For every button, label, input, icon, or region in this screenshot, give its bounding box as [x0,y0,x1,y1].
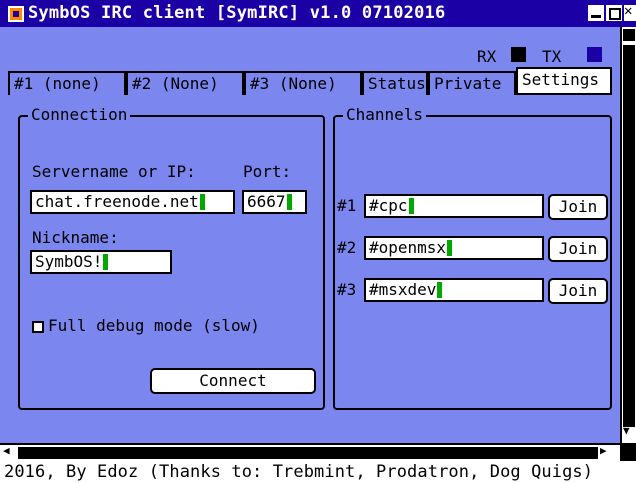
join-channel-2-button[interactable]: Join [548,236,608,262]
text-cursor [447,240,453,256]
tab-channel-3[interactable]: #3 (None) [244,71,362,95]
log-line: 2016, By Edoz (Thanks to: Trebmint, Prod… [0,461,636,483]
irc-client-window: SymbOS IRC client [SymIRC] v1.0 07102016… [0,0,636,483]
debug-checkbox[interactable] [32,321,44,333]
channels-panel: Channels [333,106,612,410]
channel-2-number: #2 [337,238,357,257]
server-input[interactable]: chat.freenode.net [30,190,235,214]
close-icon[interactable] [624,3,636,21]
channels-panel-label: Channels [343,106,427,124]
horizontal-scroll-thumb[interactable] [18,447,598,459]
channel-3-value: #msxdev [369,280,437,299]
credits-text: 2016, By Edoz (Thanks to: Trebmint, Prod… [4,462,594,482]
text-cursor [437,282,443,298]
channel-1-input[interactable]: #cpc [364,194,544,218]
vertical-scrollbar[interactable] [620,27,636,443]
port-value: 6667 [247,192,286,211]
tab-bar: #1 (none) #2 (None) #3 (None) Status Pri… [8,67,612,95]
text-cursor [199,194,205,210]
channel-2-value: #openmsx [369,238,447,257]
channel-2-input[interactable]: #openmsx [364,236,544,260]
tab-status[interactable]: Status [362,71,428,95]
rx-indicator [511,47,526,62]
text-cursor [103,254,109,270]
scroll-left-icon[interactable] [3,444,16,459]
channel-1-value: #cpc [369,196,408,215]
window-title: SymbOS IRC client [SymIRC] v1.0 07102016 [28,3,446,23]
text-cursor [408,198,414,214]
tx-indicator [587,47,602,62]
port-input[interactable]: 6667 [242,190,307,214]
port-label: Port: [243,162,292,181]
resize-corner[interactable] [620,445,636,461]
connect-button[interactable]: Connect [150,368,316,394]
nickname-value: SymbOS! [35,252,103,271]
server-value: chat.freenode.net [35,192,199,211]
tab-channel-1[interactable]: #1 (none) [8,71,126,95]
rx-label: RX [477,47,497,66]
tab-private[interactable]: Private [428,71,516,95]
server-label: Servername or IP: [32,162,196,181]
nickname-label: Nickname: [32,228,119,247]
app-icon[interactable] [8,6,24,22]
title-bar[interactable]: SymbOS IRC client [SymIRC] v1.0 07102016 [0,0,636,27]
connection-panel-label: Connection [28,106,131,124]
join-channel-3-button[interactable]: Join [548,278,608,304]
maximize-icon[interactable] [606,5,622,21]
channel-3-number: #3 [337,280,357,299]
minimize-icon[interactable] [588,5,604,21]
scroll-down-icon[interactable] [623,424,635,439]
nickname-input[interactable]: SymbOS! [30,250,172,274]
tx-label: TX [542,47,562,66]
debug-label[interactable]: Full debug mode (slow) [48,316,260,335]
scroll-right-icon[interactable] [600,444,612,459]
channel-1-number: #1 [337,196,357,215]
tab-channel-2[interactable]: #2 (None) [126,71,244,95]
tab-settings[interactable]: Settings [516,67,612,93]
text-cursor [286,194,292,210]
vertical-scroll-thumb[interactable] [623,45,635,435]
horizontal-scrollbar[interactable] [0,443,636,461]
scroll-up-icon[interactable] [623,29,635,41]
channel-3-input[interactable]: #msxdev [364,278,544,302]
join-channel-1-button[interactable]: Join [548,194,608,220]
